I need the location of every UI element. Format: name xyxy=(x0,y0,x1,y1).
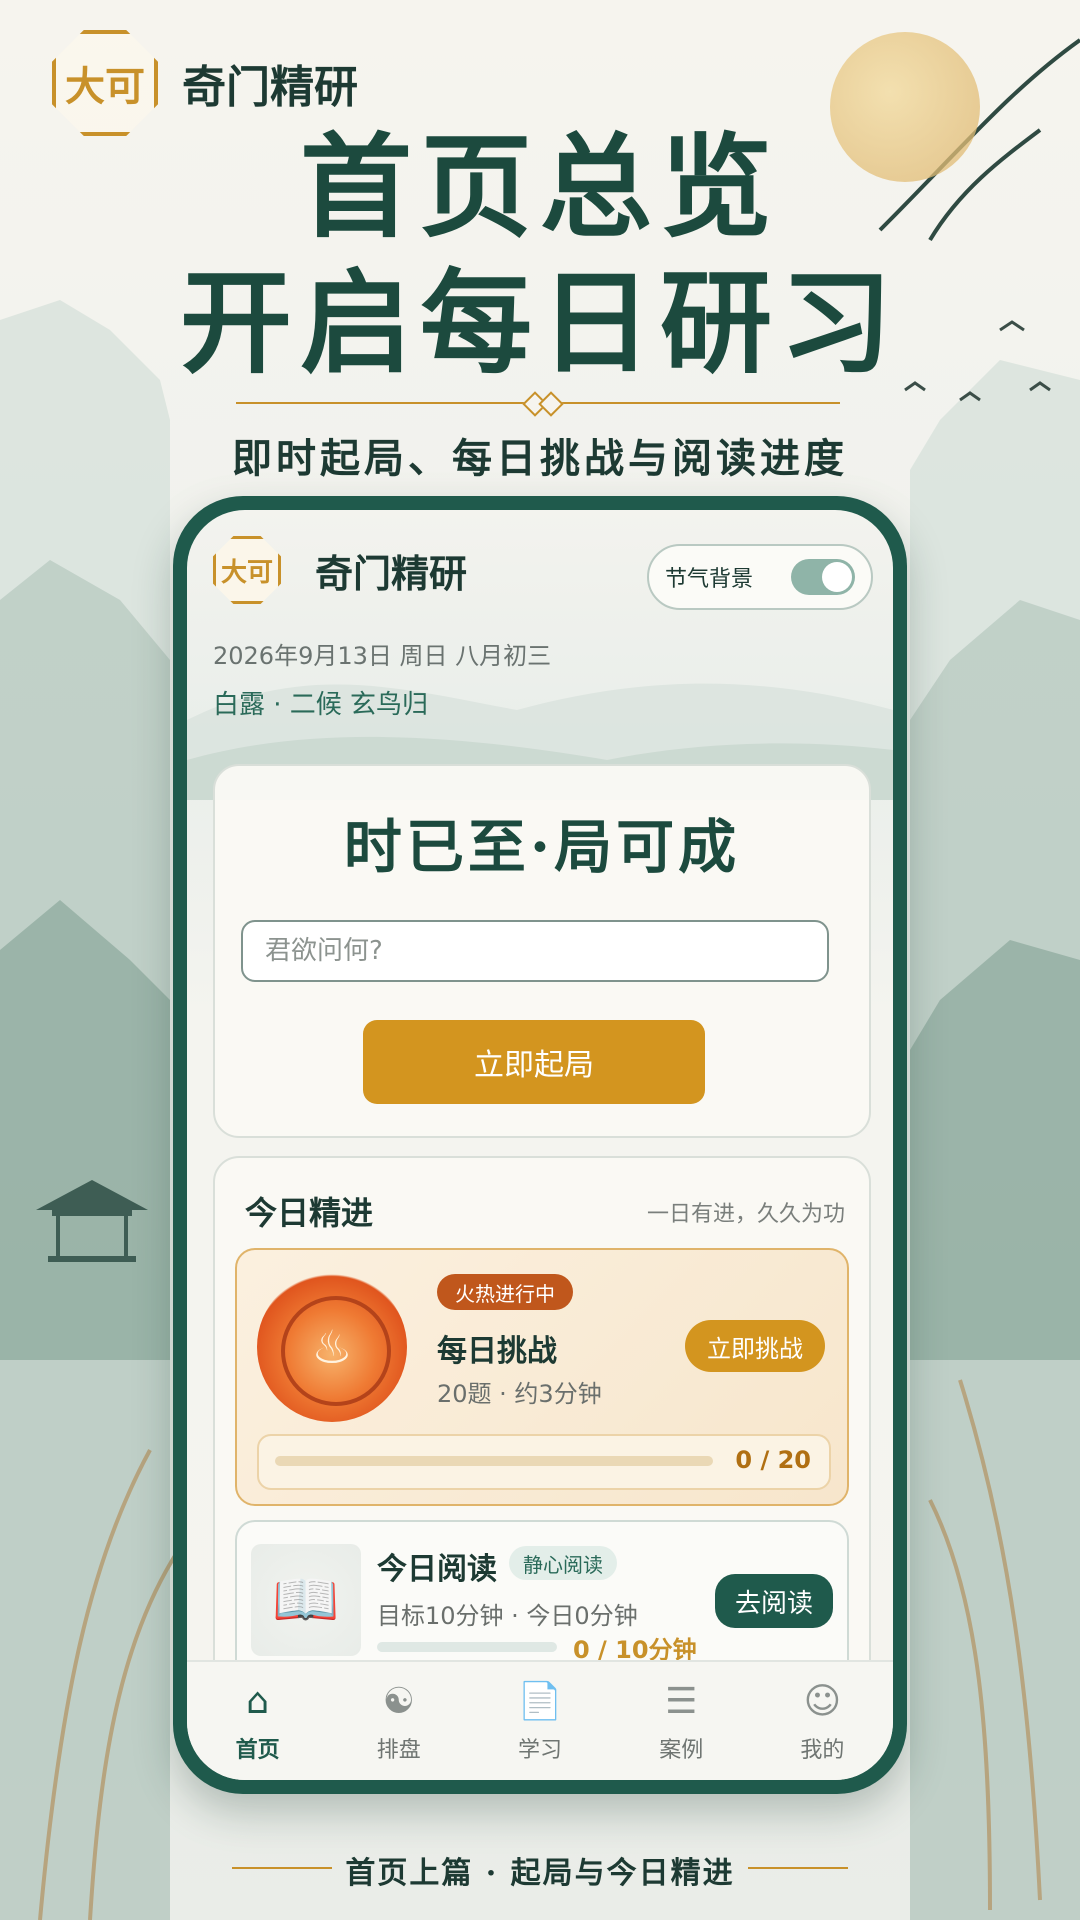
tab-cases[interactable]: ☰ 案例 xyxy=(611,1662,752,1780)
poster-brand: 大可 奇门精研 xyxy=(52,30,358,136)
bagua-icon: ☯ xyxy=(382,1680,415,1722)
document-icon: 📄 xyxy=(517,1681,563,1722)
bottom-tab-bar: ⌂ 首页 ☯ 排盘 📄 学习 ☰ 案例 ☺ 我的 xyxy=(187,1660,893,1780)
toggle-knob xyxy=(822,562,852,592)
challenge-progress-track xyxy=(275,1456,713,1466)
brand-name: 奇门精研 xyxy=(182,62,358,113)
app-header: 大可 奇门精研 xyxy=(213,536,467,604)
app-screen: 大可 奇门精研 节气背景 2026年9月13日 周日 八月初三 白露 · 二候 … xyxy=(187,510,893,1780)
status-badge: 火热进行中 xyxy=(437,1274,573,1310)
reading-tag: 静心阅读 xyxy=(509,1546,617,1580)
user-icon: ☺ xyxy=(803,1680,842,1722)
flame-icon: ♨ xyxy=(311,1320,353,1374)
question-input[interactable] xyxy=(241,920,829,982)
date-text: 2026年9月13日 周日 八月初三 xyxy=(213,642,552,670)
slogan: 时已至·局可成 xyxy=(343,813,741,881)
daily-title: 今日精进 xyxy=(245,1194,374,1232)
daily-progress-card: 今日精进 一日有进，久久为功 ♨ 火热进行中 每日挑战 20题 · 约3分钟 立… xyxy=(213,1156,871,1696)
brand-seal-logo: 大可 xyxy=(52,30,158,136)
solar-term-text: 白露 · 二候 玄鸟归 xyxy=(213,690,429,720)
divination-card: 时已至·局可成 立即起局 xyxy=(213,764,871,1138)
poster-headline-2: 开启每日研习 xyxy=(180,258,900,389)
app-logo: 大可 xyxy=(213,536,281,604)
tab-chart[interactable]: ☯ 排盘 xyxy=(328,1662,469,1780)
start-challenge-button[interactable]: 立即挑战 xyxy=(685,1320,825,1372)
tab-label: 排盘 xyxy=(376,1738,421,1763)
daily-motto: 一日有进，久久为功 xyxy=(646,1202,845,1227)
challenge-progress: 0 / 20 xyxy=(257,1434,831,1490)
tab-label: 我的 xyxy=(800,1738,845,1763)
poster-subtitle: 即时起局、每日挑战与阅读进度 xyxy=(232,435,848,482)
challenge-meta: 20题 · 约3分钟 xyxy=(437,1380,602,1408)
daily-challenge-card[interactable]: ♨ 火热进行中 每日挑战 20题 · 约3分钟 立即挑战 0 / 20 xyxy=(235,1248,849,1506)
reading-meta: 目标10分钟 · 今日0分钟 xyxy=(377,1602,638,1630)
toggle-switch[interactable] xyxy=(791,559,855,595)
reading-progress-track xyxy=(377,1642,557,1652)
tab-label: 学习 xyxy=(518,1738,563,1763)
phone-frame: 大可 奇门精研 节气背景 2026年9月13日 周日 八月初三 白露 · 二候 … xyxy=(173,496,907,1794)
home-icon: ⌂ xyxy=(246,1680,270,1722)
challenge-progress-count: 0 / 20 xyxy=(735,1446,811,1474)
book-thumbnail: 📖 xyxy=(251,1544,361,1656)
tab-label: 首页 xyxy=(235,1738,280,1763)
app-title: 奇门精研 xyxy=(315,550,468,596)
tab-learn[interactable]: 📄 学习 xyxy=(469,1662,610,1780)
tab-profile[interactable]: ☺ 我的 xyxy=(752,1662,893,1780)
footer-caption: 首页上篇 · 起局与今日精进 xyxy=(345,1856,735,1891)
daily-reading-card[interactable]: 📖 今日阅读 静心阅读 目标10分钟 · 今日0分钟 0 / 10分钟 去阅读 xyxy=(235,1520,849,1680)
start-divination-button[interactable]: 立即起局 xyxy=(363,1020,705,1104)
reading-title: 今日阅读 xyxy=(377,1552,497,1587)
book-icon: 📖 xyxy=(272,1568,340,1631)
case-icon: ☰ xyxy=(665,1680,698,1722)
challenge-title: 每日挑战 xyxy=(437,1334,557,1369)
poster-headline-1: 首页总览 xyxy=(300,122,780,253)
go-reading-button[interactable]: 去阅读 xyxy=(714,1574,833,1628)
tab-home[interactable]: ⌂ 首页 xyxy=(187,1662,328,1780)
solar-term-background-toggle[interactable]: 节气背景 xyxy=(647,544,873,610)
tab-label: 案例 xyxy=(659,1738,704,1763)
toggle-label: 节气背景 xyxy=(665,567,754,592)
